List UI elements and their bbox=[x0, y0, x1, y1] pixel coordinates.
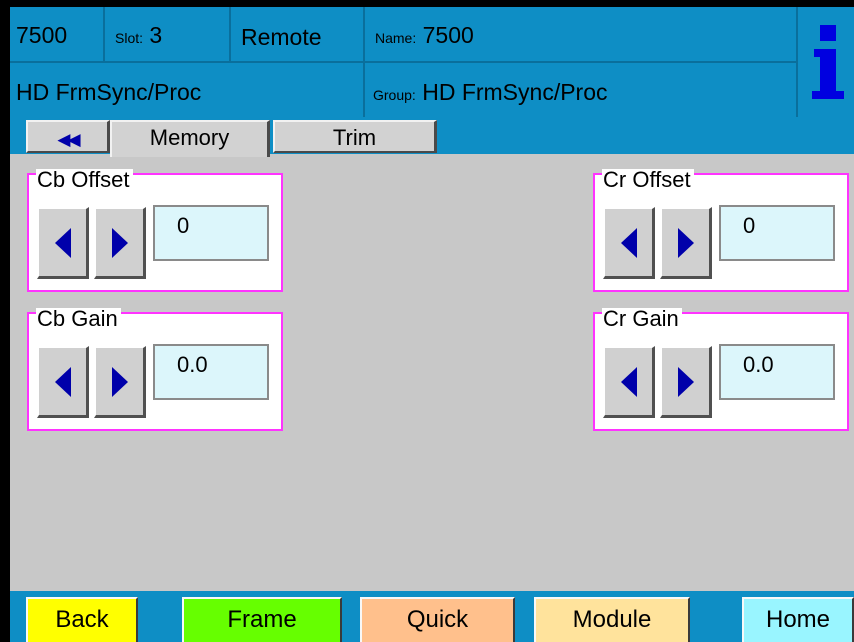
header-divider bbox=[229, 7, 231, 61]
double-left-arrow-icon: ◀◀ bbox=[57, 130, 80, 149]
left-arrow-icon bbox=[620, 227, 637, 258]
quick-button[interactable]: Quick bbox=[360, 597, 515, 642]
tab-back-button[interactable]: ◀◀ bbox=[26, 120, 110, 153]
decrement-button[interactable] bbox=[603, 207, 655, 279]
name-value: 7500 bbox=[422, 22, 474, 48]
header-divider bbox=[103, 7, 105, 61]
module-button[interactable]: Module bbox=[534, 597, 690, 642]
group-title: Cr Gain bbox=[602, 308, 682, 330]
name-info: Name: 7500 bbox=[375, 24, 474, 47]
home-button[interactable]: Home bbox=[742, 597, 854, 642]
slot-label: Slot: bbox=[115, 30, 144, 46]
slot-value: 3 bbox=[149, 22, 163, 48]
frame-button[interactable]: Frame bbox=[182, 597, 342, 642]
increment-button[interactable] bbox=[660, 346, 712, 418]
left-arrow-icon bbox=[54, 366, 71, 397]
cr-offset-group: Cr Offset 0 bbox=[593, 169, 849, 292]
tab-trim[interactable]: Trim bbox=[273, 120, 437, 153]
tab-memory[interactable]: Memory bbox=[110, 120, 270, 157]
info-icon-glyph bbox=[812, 25, 844, 99]
value-field[interactable]: 0.0 bbox=[719, 344, 835, 400]
header-divider bbox=[10, 61, 796, 63]
back-button[interactable]: Back bbox=[26, 597, 138, 642]
device-screen: 7500 Slot: 3 Remote Name: 7500 HD FrmSyn… bbox=[10, 7, 854, 642]
slot-info: Slot: 3 bbox=[115, 22, 163, 48]
group-label: Group: bbox=[373, 87, 416, 103]
left-arrow-icon bbox=[620, 366, 637, 397]
group-info: Group: HD FrmSync/Proc bbox=[373, 81, 608, 104]
increment-button[interactable] bbox=[660, 207, 712, 279]
decrement-button[interactable] bbox=[37, 207, 89, 279]
group-title: Cb Offset bbox=[36, 169, 133, 191]
cr-gain-group: Cr Gain 0.0 bbox=[593, 308, 849, 431]
product-name: HD FrmSync/Proc bbox=[16, 79, 202, 105]
decrement-button[interactable] bbox=[37, 346, 89, 418]
name-label: Name: bbox=[375, 30, 417, 46]
right-arrow-icon bbox=[111, 227, 128, 258]
increment-button[interactable] bbox=[94, 346, 146, 418]
module-number: 7500 bbox=[16, 22, 68, 48]
left-arrow-icon bbox=[54, 227, 71, 258]
group-value: HD FrmSync/Proc bbox=[422, 79, 608, 105]
cb-offset-group: Cb Offset 0 bbox=[27, 169, 283, 292]
info-icon[interactable] bbox=[810, 21, 854, 105]
right-arrow-icon bbox=[111, 366, 128, 397]
cb-gain-group: Cb Gain 0.0 bbox=[27, 308, 283, 431]
right-arrow-icon bbox=[677, 227, 694, 258]
header-divider bbox=[796, 7, 798, 117]
group-title: Cb Gain bbox=[36, 308, 121, 330]
header-divider bbox=[363, 7, 365, 117]
group-title: Cr Offset bbox=[602, 169, 694, 191]
value-field[interactable]: 0 bbox=[153, 205, 269, 261]
decrement-button[interactable] bbox=[603, 346, 655, 418]
right-arrow-icon bbox=[677, 366, 694, 397]
mode-status: Remote bbox=[241, 24, 322, 50]
value-field[interactable]: 0.0 bbox=[153, 344, 269, 400]
increment-button[interactable] bbox=[94, 207, 146, 279]
value-field[interactable]: 0 bbox=[719, 205, 835, 261]
